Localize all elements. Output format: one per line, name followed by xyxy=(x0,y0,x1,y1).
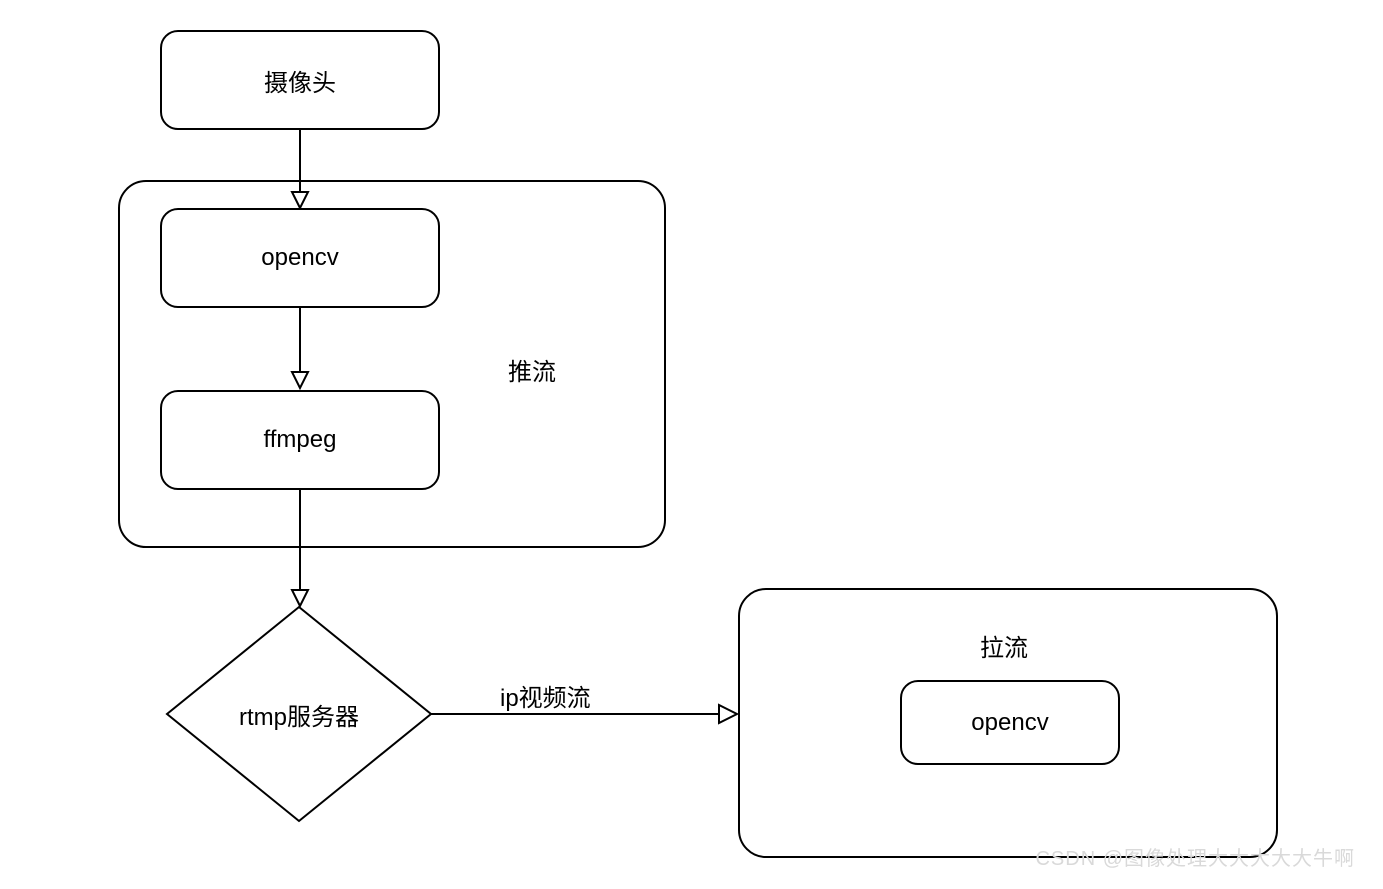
container-push-label: 推流 xyxy=(508,352,556,387)
arrow-opencv-to-ffmpeg xyxy=(290,308,310,390)
container-pull-label: 拉流 xyxy=(980,628,1028,663)
node-opencv: opencv xyxy=(160,208,440,308)
diagram-canvas: 摄像头 推流 opencv ffmpeg rtmp服务器 拉流 opencv xyxy=(0,0,1383,889)
node-opencv-label: opencv xyxy=(261,244,338,272)
node-rtmp: rtmp服务器 xyxy=(165,605,433,823)
node-rtmp-label: rtmp服务器 xyxy=(239,697,359,732)
watermark-text: CSDN @图像处理大大大大大牛啊 xyxy=(1035,842,1355,871)
node-opencv2-label: opencv xyxy=(971,709,1048,737)
node-camera: 摄像头 xyxy=(160,30,440,130)
edge-label-ipstream: ip视频流 xyxy=(500,678,591,713)
arrow-camera-to-push xyxy=(290,130,310,210)
node-ffmpeg-label: ffmpeg xyxy=(264,426,337,454)
node-camera-label: 摄像头 xyxy=(264,63,336,98)
node-ffmpeg: ffmpeg xyxy=(160,390,440,490)
arrow-push-to-rtmp xyxy=(290,490,310,608)
node-opencv2: opencv xyxy=(900,680,1120,765)
